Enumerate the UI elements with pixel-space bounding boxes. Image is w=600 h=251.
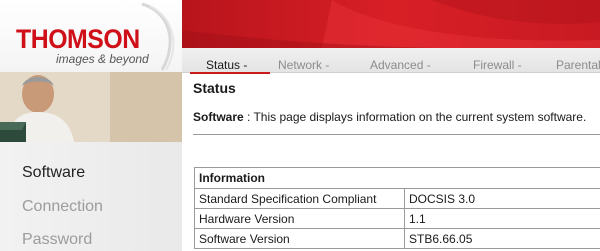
brand-tagline: images & beyond: [56, 52, 149, 66]
banner-graphic: [182, 0, 600, 48]
sidebar-item-connection[interactable]: Connection: [22, 198, 103, 216]
header-banner: [182, 0, 600, 48]
nav-tab-firewall[interactable]: Firewall -: [473, 58, 522, 72]
sidebar-item-software[interactable]: Software: [22, 164, 85, 182]
row-label: Standard Specification Compliant: [194, 188, 405, 209]
logo-area: THOMSON images & beyond: [0, 0, 182, 72]
page-title: Status: [193, 80, 236, 96]
sidebar: Software Connection Password: [0, 142, 182, 251]
table-header-row: Information: [194, 167, 600, 189]
table-header: Information: [194, 167, 600, 189]
table-row: Hardware Version 1.1: [194, 208, 600, 229]
top-nav: Status - Network - Advanced - Firewall -…: [182, 48, 600, 73]
row-value: 1.1: [404, 208, 600, 229]
brand-logo: THOMSON: [16, 24, 140, 54]
header-photo: [0, 72, 182, 142]
section-divider: [193, 134, 600, 135]
table-row: Software Version STB6.66.05: [194, 228, 600, 249]
row-value: DOCSIS 3.0: [404, 188, 600, 209]
person-photo-icon: [0, 72, 182, 142]
row-label: Hardware Version: [194, 208, 405, 229]
row-label: Software Version: [194, 228, 405, 249]
page-description: Software : This page displays informatio…: [193, 110, 586, 124]
nav-tab-network[interactable]: Network -: [278, 58, 329, 72]
sidebar-item-password[interactable]: Password: [22, 231, 92, 249]
description-label: Software: [193, 110, 244, 124]
nav-tab-parental[interactable]: Parental: [556, 58, 600, 72]
active-tab-indicator: [190, 72, 270, 74]
description-text: : This page displays information on the …: [243, 110, 587, 124]
row-value: STB6.66.05: [404, 228, 600, 249]
table-row: Standard Specification Compliant DOCSIS …: [194, 188, 600, 209]
information-table: Information Standard Specification Compl…: [194, 167, 600, 249]
nav-tab-advanced[interactable]: Advanced -: [370, 58, 431, 72]
nav-tab-status[interactable]: Status -: [206, 58, 247, 72]
